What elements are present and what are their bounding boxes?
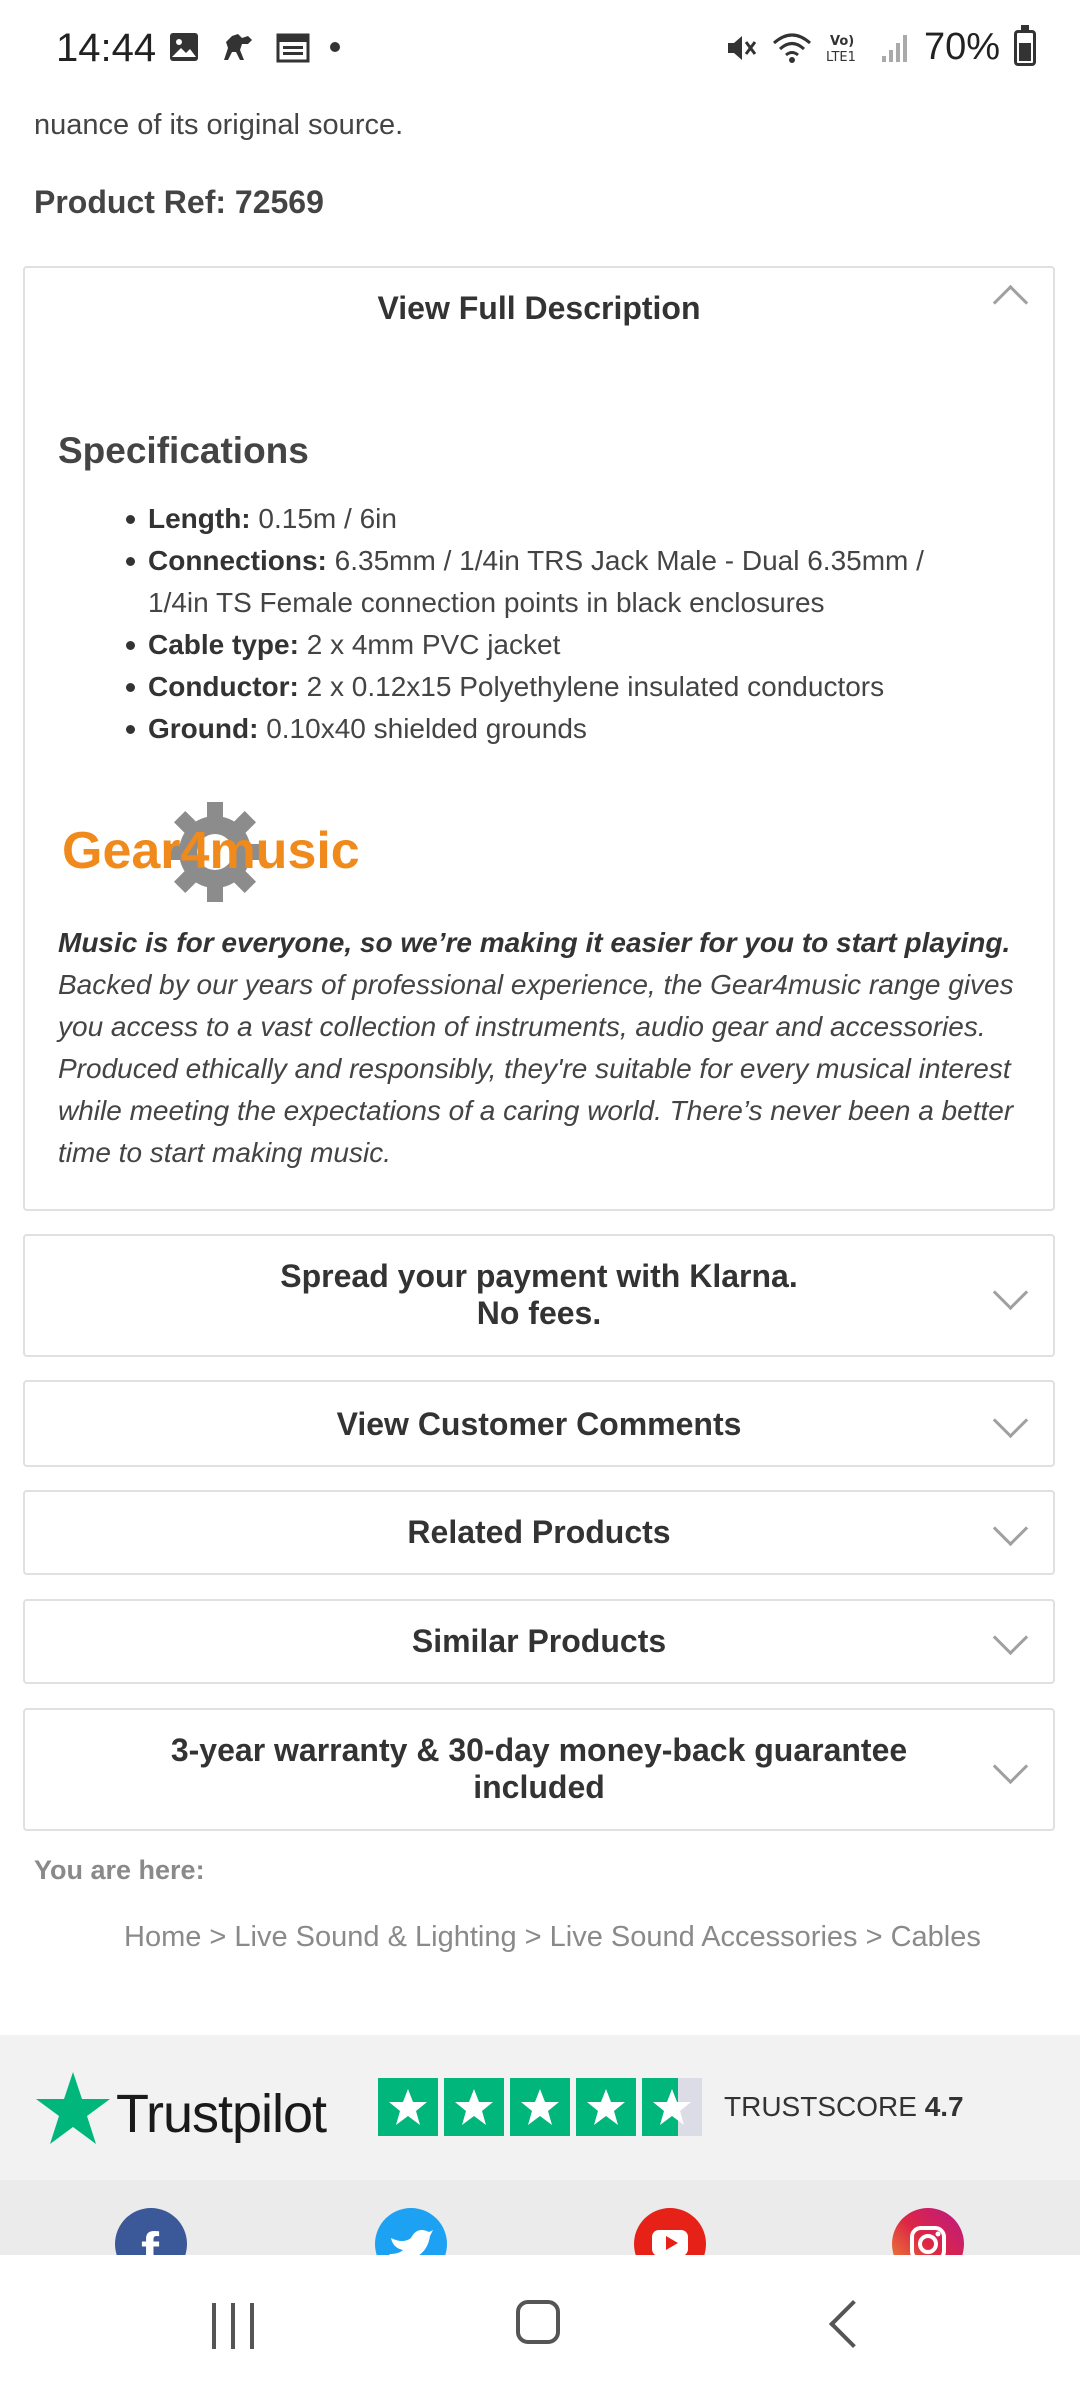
gear4music-logo: Gear4music — [62, 802, 360, 902]
star-icon — [576, 2078, 636, 2136]
status-time: 14:44 — [56, 26, 157, 70]
warranty-title: 3-year warranty & 30-day money-back guar… — [170, 1732, 908, 1805]
mute-icon — [727, 35, 757, 60]
system-icons: Vo) LTE1 70% — [724, 24, 1036, 69]
spec-item: Connections: 6.35mm / 1/4in TRS Jack Mal… — [126, 540, 988, 624]
breadcrumb-separator: > — [857, 1921, 891, 1953]
spec-item: Cable type: 2 x 4mm PVC jacket — [126, 624, 988, 666]
recents-button[interactable] — [212, 2303, 254, 2349]
brand-lead: Music is for everyone, so we’re making i… — [58, 927, 1011, 958]
battery-icon — [1014, 24, 1036, 66]
system-nav-bar — [0, 2255, 1080, 2400]
svg-text:f: f — [141, 2222, 160, 2255]
social-links: f — [0, 2180, 1080, 2255]
klarna-panel[interactable]: Spread your payment with Klarna. No fees… — [23, 1234, 1055, 1357]
back-button[interactable] — [828, 2299, 878, 2349]
breadcrumb-live-sound-accessories[interactable]: Live Sound Accessories — [550, 1921, 858, 1954]
related-products-panel[interactable]: Related Products — [23, 1490, 1055, 1575]
breadcrumb-home[interactable]: Home — [124, 1921, 201, 1954]
star-icon — [444, 2078, 504, 2136]
specifications-heading: Specifications — [58, 430, 309, 471]
warranty-panel[interactable]: 3-year warranty & 30-day money-back guar… — [23, 1708, 1055, 1831]
gallery-icon — [170, 33, 198, 61]
specifications-list: Length: 0.15m / 6in Connections: 6.35mm … — [126, 498, 988, 750]
spec-item: Conductor: 2 x 0.12x15 Polyethylene insu… — [126, 666, 988, 708]
similar-products-panel[interactable]: Similar Products — [23, 1599, 1055, 1684]
trustpilot-star-icon — [36, 2072, 110, 2144]
breadcrumb-separator: > — [516, 1921, 550, 1953]
battery-percent: 70% — [923, 26, 1000, 68]
svg-text:Gear4music: Gear4music — [62, 822, 360, 880]
similar-products-title: Similar Products — [411, 1623, 667, 1659]
star-icon — [378, 2078, 438, 2136]
customer-comments-title: View Customer Comments — [336, 1406, 742, 1442]
horse-icon — [224, 34, 252, 60]
calendar-icon — [276, 33, 310, 63]
trustpilot-stars — [378, 2078, 702, 2136]
volte-icon: Vo)LTE1 — [826, 34, 856, 65]
trustpilot-wordmark: Trustpilot — [116, 2084, 327, 2144]
product-ref: Product Ref: 72569 — [34, 184, 324, 220]
signal-icon — [881, 34, 907, 62]
spec-item: Length: 0.15m / 6in — [126, 498, 988, 540]
facebook-icon[interactable]: f — [115, 2208, 187, 2255]
breadcrumb-cables[interactable]: Cables — [891, 1921, 981, 1954]
breadcrumb: Home > Live Sound & Lighting > Live Soun… — [124, 1921, 981, 1954]
brand-body: Backed by our years of professional expe… — [58, 969, 1014, 1168]
star-icon — [510, 2078, 570, 2136]
trustscore: TRUSTSCORE 4.7 — [724, 2091, 964, 2122]
home-button[interactable] — [516, 2300, 560, 2344]
dot-icon — [330, 42, 340, 52]
view-full-description-button[interactable]: View Full Description — [25, 290, 1053, 327]
twitter-icon[interactable] — [375, 2208, 447, 2255]
spec-item: Ground: 0.10x40 shielded grounds — [126, 708, 988, 750]
network-label: LTE1 — [826, 50, 856, 65]
notification-icons — [168, 30, 342, 64]
breadcrumb-live-sound-lighting[interactable]: Live Sound & Lighting — [234, 1921, 516, 1954]
breadcrumb-label: You are here: — [34, 1855, 205, 1885]
status-bar: 14:44 Vo) LTE1 70% — [0, 0, 1080, 100]
instagram-icon[interactable] — [892, 2208, 964, 2255]
svg-text:Vo): Vo) — [830, 34, 854, 49]
related-products-title: Related Products — [407, 1514, 671, 1550]
breadcrumb-separator: > — [201, 1921, 235, 1953]
klarna-title: Spread your payment with Klarna. No fees… — [280, 1258, 798, 1331]
trustscore-value: 4.7 — [924, 2091, 964, 2122]
wifi-icon — [772, 33, 811, 63]
youtube-icon[interactable] — [634, 2208, 706, 2255]
brand-description: Music is for everyone, so we’re making i… — [58, 922, 1038, 1174]
customer-comments-panel[interactable]: View Customer Comments — [23, 1380, 1055, 1467]
partial-star-icon — [642, 2078, 702, 2136]
